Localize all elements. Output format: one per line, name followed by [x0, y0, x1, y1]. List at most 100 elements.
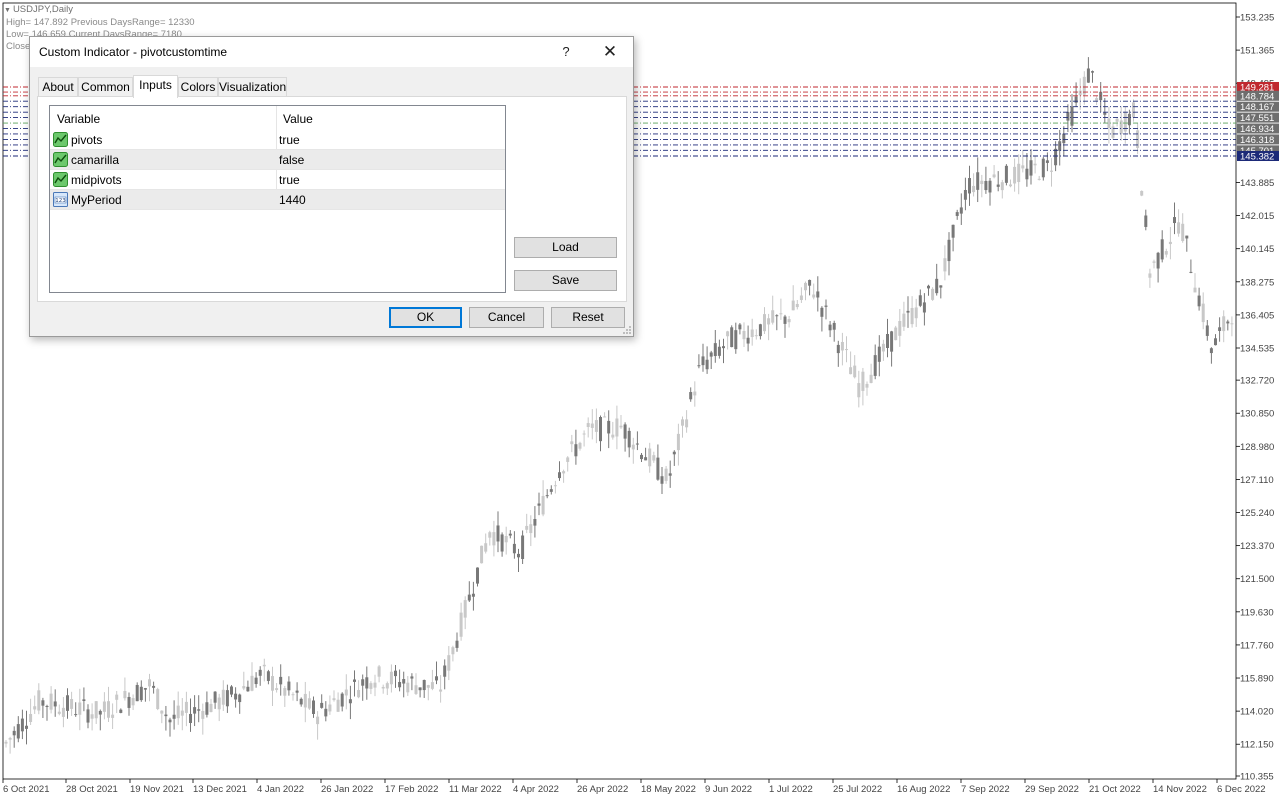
grid-header: Variable Value [50, 106, 505, 210]
candle-body [283, 688, 287, 696]
variable-value[interactable]: true [279, 173, 300, 187]
candle-body [348, 699, 352, 704]
input-row-camarilla[interactable]: camarilla false [50, 150, 505, 170]
integer-icon: 123 [53, 192, 68, 207]
candle-body [963, 189, 967, 200]
candle-body [1148, 273, 1152, 278]
svg-text:123: 123 [55, 198, 66, 204]
date-tick-label: 6 Oct 2021 [3, 784, 49, 795]
candle-body [156, 689, 160, 710]
candle-body [361, 679, 365, 686]
dialog-title: Custom Indicator - pivotcustomtime [39, 45, 228, 59]
candle-body [525, 525, 529, 530]
candle-body [451, 647, 455, 655]
candle-body [951, 224, 955, 238]
candle-body [414, 685, 418, 694]
dialog-titlebar[interactable]: Custom Indicator - pivotcustomtime ? ✕ [30, 37, 633, 67]
candle-body [480, 545, 484, 564]
input-row-pivots[interactable]: pivots true [50, 130, 505, 150]
candle-body [693, 391, 697, 396]
candle-body [29, 713, 33, 723]
candle-body [340, 693, 344, 707]
date-tick-label: 18 May 2022 [641, 784, 696, 795]
candle-body [529, 524, 533, 534]
collapse-triangle-icon[interactable]: ▼ [4, 7, 11, 14]
price-tick-label: 112.150 [1240, 740, 1274, 751]
candle-body [463, 600, 467, 618]
variable-value[interactable]: false [279, 153, 304, 167]
candle-body [508, 533, 512, 536]
candle-body [180, 710, 184, 716]
save-button[interactable]: Save [514, 270, 617, 291]
candle-body [607, 420, 611, 434]
candle-body [943, 258, 947, 272]
help-button[interactable]: ? [553, 41, 579, 63]
input-row-midpivots[interactable]: midpivots true [50, 170, 505, 190]
candle-body [1013, 166, 1017, 184]
candle-body [332, 698, 336, 701]
candle-body [94, 701, 98, 719]
date-tick-label: 11 Mar 2022 [449, 784, 502, 795]
candle-body [1226, 321, 1230, 324]
pivot-price-label: 145.382 [1240, 152, 1274, 163]
candle-body [148, 679, 151, 687]
candle-body [767, 318, 771, 325]
tab-visualization[interactable]: Visualization [218, 77, 287, 97]
resize-grip-icon[interactable] [622, 325, 632, 335]
ok-button[interactable]: OK [389, 307, 462, 328]
candle-body [976, 172, 980, 190]
load-button[interactable]: Load [514, 237, 617, 258]
close-button[interactable]: ✕ [597, 41, 623, 63]
price-tick-label: 125.240 [1240, 508, 1274, 519]
candle-body [984, 180, 988, 191]
candle-body [558, 472, 561, 479]
candle-body [734, 330, 738, 350]
input-row-myperiod[interactable]: 123 MyPeriod 1440 [50, 190, 505, 210]
price-tick-label: 128.980 [1240, 442, 1274, 453]
variable-value[interactable]: true [279, 133, 300, 147]
candle-body [972, 185, 976, 193]
candle-body [1197, 295, 1201, 307]
candle-body [980, 180, 984, 185]
date-tick-label: 4 Jan 2022 [257, 784, 304, 795]
tab-colors[interactable]: Colors [178, 77, 218, 97]
candle-body [37, 690, 41, 711]
tab-common[interactable]: Common [78, 77, 133, 97]
candle-body [184, 701, 188, 713]
candle-body [619, 425, 623, 428]
candle-body [250, 675, 254, 691]
header-value[interactable]: Value [283, 112, 313, 126]
candle-body [1029, 160, 1033, 176]
candle-body [422, 680, 426, 691]
candle-body [111, 714, 115, 718]
inputs-grid[interactable]: Variable Value pivots true camarilla fal… [49, 105, 506, 293]
candle-body [33, 706, 37, 710]
candle-body [570, 441, 574, 445]
candle-body [1095, 98, 1099, 101]
cancel-button[interactable]: Cancel [469, 307, 544, 328]
candle-body [1086, 68, 1090, 83]
header-variable[interactable]: Variable [57, 112, 100, 126]
candle-body [832, 322, 836, 330]
candle-body [484, 543, 488, 552]
candle-body [217, 697, 221, 710]
candle-body [656, 457, 660, 480]
tab-about[interactable]: About [38, 77, 78, 97]
candle-body [500, 534, 504, 552]
date-tick-label: 16 Aug 2022 [897, 784, 950, 795]
candle-body [201, 710, 205, 719]
candle-body [914, 307, 918, 319]
variable-value[interactable]: 1440 [279, 193, 306, 207]
candle-body [857, 383, 861, 398]
candle-body [152, 685, 156, 688]
candle-body [968, 178, 971, 194]
candle-body [779, 313, 783, 315]
price-tick-label: 127.110 [1240, 475, 1274, 486]
candle-body [131, 698, 135, 706]
candle-body [1193, 287, 1197, 293]
tab-inputs[interactable]: Inputs [133, 75, 178, 98]
candle-body [1091, 71, 1094, 73]
candle-body [435, 676, 438, 681]
reset-button[interactable]: Reset [551, 307, 625, 328]
candle-body [385, 683, 389, 689]
